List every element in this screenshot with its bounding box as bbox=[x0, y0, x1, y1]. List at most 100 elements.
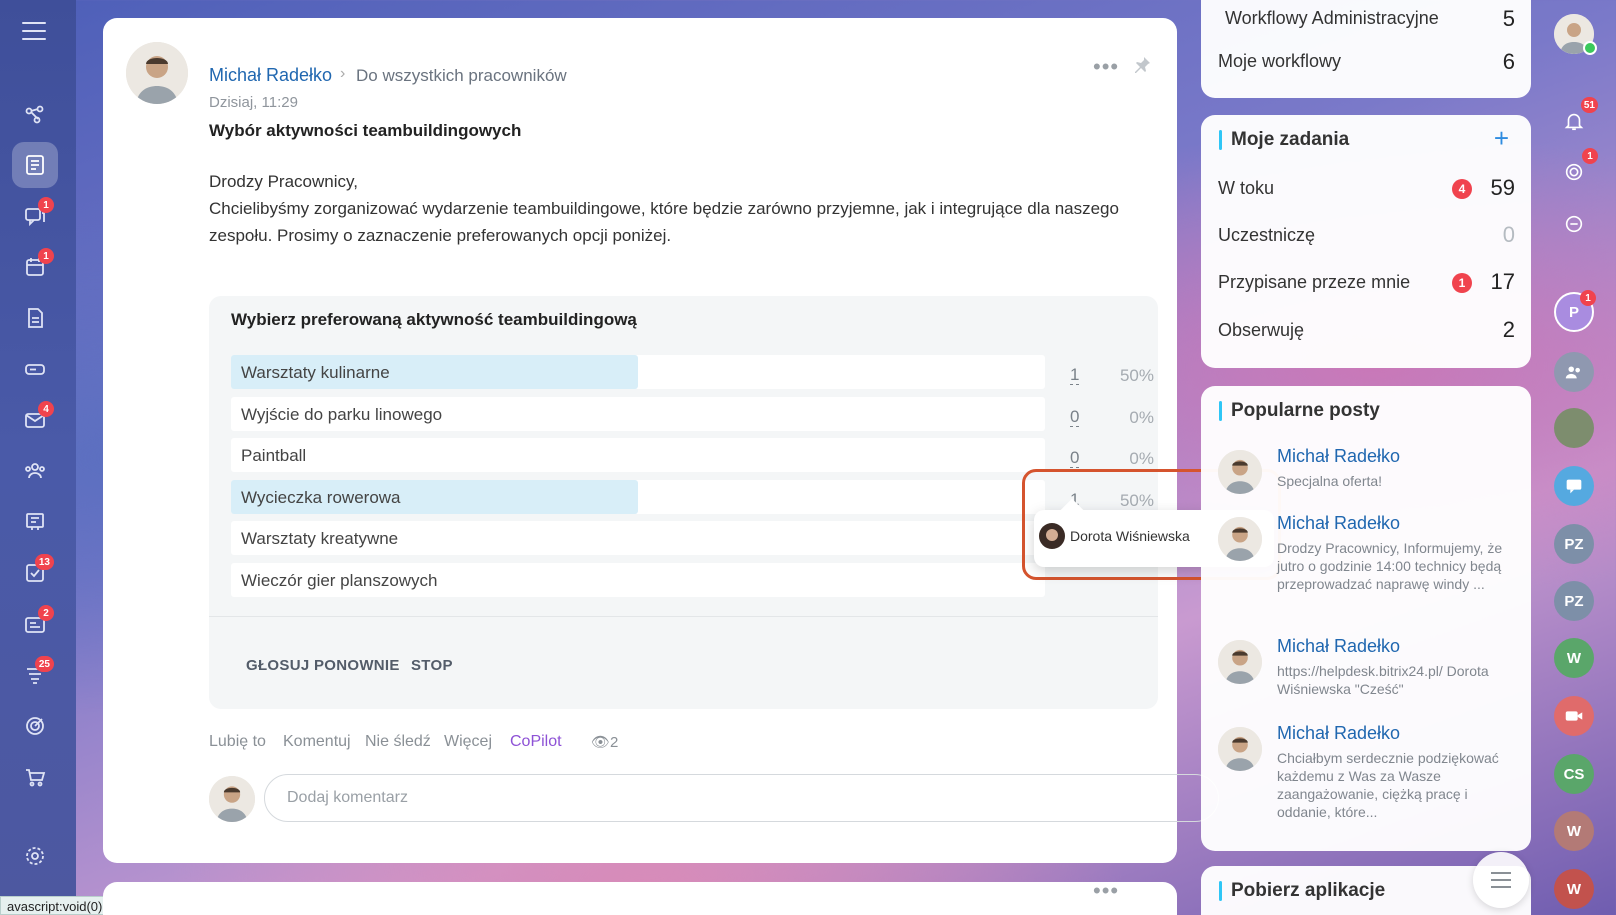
workflows-admin-count[interactable]: 5 bbox=[1503, 6, 1515, 32]
group-chat-icon[interactable] bbox=[1554, 352, 1594, 392]
my-workflows-label[interactable]: Moje workflowy bbox=[1218, 51, 1341, 72]
general-chat-icon[interactable] bbox=[1554, 466, 1594, 506]
online-status-icon bbox=[1583, 41, 1597, 55]
profile-avatar[interactable] bbox=[1554, 14, 1597, 55]
video-call-icon[interactable] bbox=[1554, 696, 1594, 736]
documents-icon[interactable] bbox=[12, 295, 58, 341]
automation-badge: 25 bbox=[34, 656, 54, 672]
poll-option-label: Wyjście do parku linowego bbox=[241, 405, 443, 424]
search-chat-icon[interactable] bbox=[1554, 204, 1594, 244]
more-options-icon[interactable]: ••• bbox=[1093, 878, 1119, 904]
chat-avatar-pz-2[interactable]: PZ bbox=[1554, 581, 1594, 621]
popular-post-author[interactable]: Michał Radełko bbox=[1277, 513, 1400, 534]
mail-icon[interactable]: 4 bbox=[12, 397, 58, 443]
author-name-link[interactable]: Michał Radełko bbox=[209, 65, 332, 86]
goals-target-icon[interactable]: 1 bbox=[1554, 148, 1598, 192]
poll-option[interactable]: Paintball bbox=[231, 438, 1045, 472]
eye-icon: 👁 bbox=[591, 734, 611, 751]
post-body: Drodzy Pracownicy, Chcielibyśmy zorganiz… bbox=[209, 168, 1139, 249]
poll-option-label: Warsztaty kreatywne bbox=[241, 529, 399, 548]
more-link[interactable]: Więcej bbox=[444, 733, 492, 751]
groups-icon[interactable] bbox=[12, 448, 58, 494]
tasks-panel-title[interactable]: Moje zadania bbox=[1218, 129, 1349, 151]
get-apps-title[interactable]: Pobierz aplikacje bbox=[1218, 880, 1385, 902]
mail-badge: 4 bbox=[38, 401, 54, 417]
settings-icon[interactable] bbox=[12, 833, 58, 879]
author-avatar[interactable] bbox=[126, 42, 188, 104]
popular-post-text[interactable]: Specjalna oferta! bbox=[1277, 472, 1517, 490]
my-workflows-count[interactable]: 6 bbox=[1503, 49, 1515, 75]
calendar-icon[interactable]: 1 bbox=[12, 244, 58, 290]
left-sidebar: 1 1 4 13 2 25 bbox=[0, 0, 76, 915]
tasks-in-progress-count[interactable]: 59 bbox=[1491, 175, 1515, 201]
popular-post-author[interactable]: Michał Radełko bbox=[1277, 723, 1400, 744]
comment-link[interactable]: Komentuj bbox=[283, 733, 351, 751]
poll-option[interactable]: Wieczór gier planszowych bbox=[231, 563, 1045, 597]
poll-option[interactable]: Warsztaty kulinarne bbox=[231, 355, 1045, 389]
chevron-right-icon: › bbox=[340, 65, 346, 82]
poll-option[interactable]: Warsztaty kreatywne bbox=[231, 521, 1045, 555]
popular-post-text[interactable]: https://helpdesk.bitrix24.pl/ Dorota Wiś… bbox=[1277, 662, 1517, 698]
collab-icon[interactable] bbox=[12, 92, 58, 138]
goals-icon[interactable] bbox=[12, 703, 58, 749]
voter-name-link[interactable]: Dorota Wiśniewska bbox=[1070, 528, 1190, 544]
tasks-assigned-by-me-label[interactable]: Przypisane przeze mnie bbox=[1218, 272, 1410, 293]
tasks-observing-count[interactable]: 2 bbox=[1503, 317, 1515, 343]
chat-avatar-cs[interactable]: CS bbox=[1554, 754, 1594, 794]
unfollow-link[interactable]: Nie śledź bbox=[365, 733, 431, 751]
audience-link[interactable]: Do wszystkich pracowników bbox=[356, 66, 567, 86]
comment-input[interactable]: Dodaj komentarz bbox=[264, 774, 1219, 822]
pin-icon[interactable] bbox=[1133, 56, 1151, 74]
my-tasks-panel: Moje zadania + W toku 4 59 Uczestniczę 0… bbox=[1201, 115, 1531, 368]
feed-post: Michał Radełko › Do wszystkich pracownik… bbox=[103, 18, 1219, 863]
drive-icon[interactable] bbox=[12, 346, 58, 392]
more-options-icon[interactable]: ••• bbox=[1093, 54, 1119, 80]
poll-option-count[interactable]: 0 bbox=[1070, 449, 1080, 468]
shop-icon[interactable] bbox=[12, 754, 58, 800]
chat-avatar-w-2[interactable]: W bbox=[1554, 811, 1594, 851]
tasks-participating-label[interactable]: Uczestniczę bbox=[1218, 225, 1315, 246]
popular-post-author[interactable]: Michał Radełko bbox=[1277, 446, 1400, 467]
tasks-participating-count[interactable]: 0 bbox=[1503, 222, 1515, 248]
poll-option[interactable]: Wyjście do parku linowego bbox=[231, 397, 1045, 431]
poll-option-count[interactable]: 0 bbox=[1070, 408, 1080, 427]
right-sidebar: 51 1 P 1 PZ PZ W CS W W bbox=[1538, 0, 1616, 915]
like-link[interactable]: Lubię to bbox=[209, 733, 266, 751]
popular-post-text[interactable]: Drodzy Pracownicy, Informujemy, że jutro… bbox=[1277, 539, 1517, 593]
vote-again-button[interactable]: GŁOSUJ PONOWNIE bbox=[246, 657, 400, 674]
chat-avatar-w[interactable]: W bbox=[1554, 638, 1594, 678]
landscape-chat-avatar[interactable] bbox=[1554, 408, 1594, 448]
crm-icon[interactable]: 2 bbox=[12, 601, 58, 647]
tasks-in-progress-label[interactable]: W toku bbox=[1218, 178, 1274, 199]
stop-poll-button[interactable]: STOP bbox=[411, 657, 453, 674]
list-icon[interactable] bbox=[1473, 852, 1529, 908]
hamburger-menu-icon[interactable] bbox=[22, 22, 46, 42]
popular-post-author[interactable]: Michał Radełko bbox=[1277, 636, 1400, 657]
post-date[interactable]: Dzisiaj, 11:29 bbox=[209, 94, 298, 111]
notifications-bell-icon[interactable]: 51 bbox=[1554, 97, 1598, 141]
popular-post-text[interactable]: Chciałbym serdecznie podziękować każdemu… bbox=[1277, 749, 1517, 821]
popular-post-avatar bbox=[1218, 640, 1262, 684]
views-counter[interactable]: 👁2 bbox=[591, 733, 618, 751]
tasks-icon[interactable]: 13 bbox=[12, 550, 58, 596]
poll-option[interactable]: Wycieczka rowerowa bbox=[231, 480, 1045, 514]
chat-icon[interactable]: 1 bbox=[12, 193, 58, 239]
chat-avatar-w-3[interactable]: W bbox=[1554, 869, 1594, 909]
board-icon[interactable] bbox=[12, 499, 58, 545]
current-user-avatar bbox=[209, 776, 255, 822]
workflows-admin-label[interactable]: Workflowy Administracyjne bbox=[1225, 8, 1439, 29]
poll-option-percent: 0% bbox=[1129, 449, 1154, 468]
poll-option-count[interactable]: 1 bbox=[1070, 366, 1080, 385]
poll-option-label: Warsztaty kulinarne bbox=[241, 363, 390, 382]
copilot-link[interactable]: CoPilot bbox=[510, 733, 562, 751]
chat-avatar-pz[interactable]: PZ bbox=[1554, 524, 1594, 564]
automation-icon[interactable]: 25 bbox=[12, 652, 58, 698]
tasks-assigned-by-me-count[interactable]: 17 bbox=[1491, 269, 1515, 295]
add-task-icon[interactable]: + bbox=[1494, 123, 1509, 154]
user-p-badge: 1 bbox=[1580, 290, 1596, 306]
post-body-text: Chcielibyśmy zorganizować wydarzenie tea… bbox=[209, 199, 1119, 245]
tasks-observing-label[interactable]: Obserwuję bbox=[1218, 320, 1304, 341]
user-p-avatar[interactable]: P 1 bbox=[1554, 290, 1596, 332]
poll-option-percent: 50% bbox=[1119, 366, 1154, 385]
feed-icon[interactable] bbox=[12, 142, 58, 188]
